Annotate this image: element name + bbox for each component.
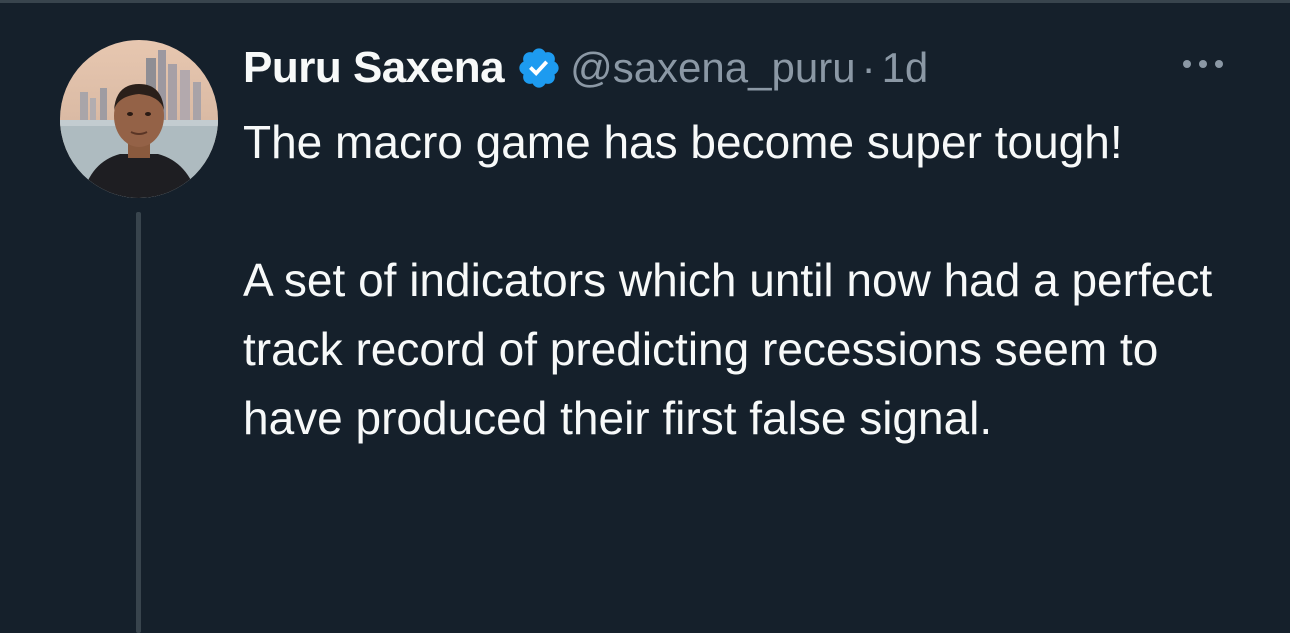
more-options-icon[interactable] <box>1178 44 1228 84</box>
author-handle[interactable]: @saxena_puru <box>570 44 856 92</box>
tweet-timestamp[interactable]: 1d <box>882 44 929 92</box>
separator-dot: · <box>861 44 876 91</box>
verified-badge-icon[interactable] <box>516 45 562 91</box>
tweet-header: Puru Saxena @saxena_puru · 1d <box>243 40 928 96</box>
thread-line <box>136 212 141 633</box>
avatar[interactable] <box>60 40 218 198</box>
author-name[interactable]: Puru Saxena <box>243 43 505 93</box>
tweet-paragraph: A set of indicators which until now had … <box>243 254 1213 444</box>
top-divider <box>0 0 1290 3</box>
tweet-paragraph: The macro game has become super tough! <box>243 116 1123 168</box>
tweet-card[interactable]: Puru Saxena @saxena_puru · 1d The macro … <box>0 0 1290 633</box>
tweet-text: The macro game has become super tough! A… <box>243 108 1253 453</box>
